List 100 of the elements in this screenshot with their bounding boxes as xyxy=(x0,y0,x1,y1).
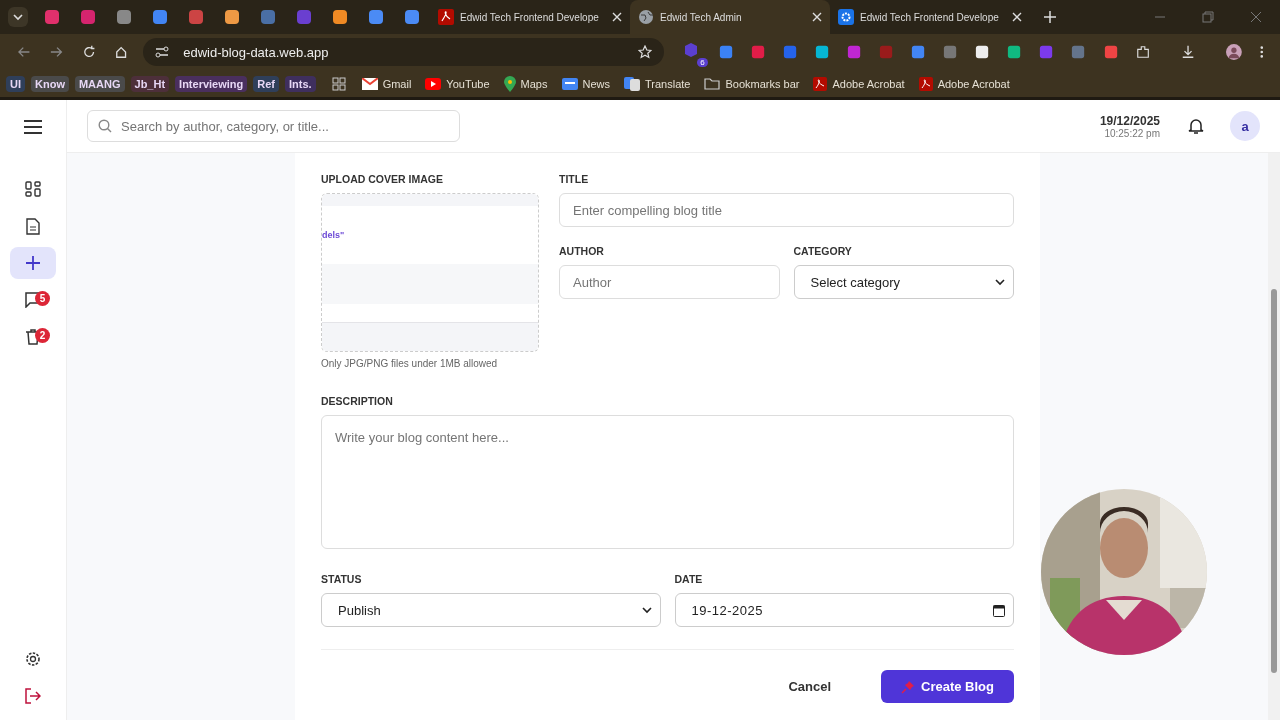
bookmark-folder[interactable]: Ref xyxy=(253,75,279,92)
document-icon xyxy=(26,217,40,235)
bookmark-folder[interactable]: MAANG xyxy=(74,75,125,92)
address-bar[interactable]: edwid-blog-data.web.app xyxy=(143,38,665,66)
create-blog-button[interactable]: Create Blog xyxy=(881,670,1014,703)
chevron-down-icon xyxy=(995,278,1005,286)
tab-title: Edwid Tech Frontend Develope xyxy=(860,11,1000,23)
app-icon xyxy=(260,9,276,25)
bookmark-link[interactable]: Gmail xyxy=(361,77,412,90)
pin-icon xyxy=(901,679,916,694)
browser-tab[interactable]: Edwid Tech Admin xyxy=(630,0,830,34)
app-icon xyxy=(404,9,420,25)
app-icon xyxy=(44,9,60,25)
gear-icon xyxy=(838,9,854,25)
app-icon xyxy=(152,9,168,25)
back-icon[interactable] xyxy=(18,45,31,59)
bookmark-link[interactable]: Translate xyxy=(624,76,691,91)
count-badge: 2 xyxy=(35,328,50,343)
extension-icon[interactable] xyxy=(975,44,990,60)
new-tab-icon[interactable] xyxy=(1044,11,1056,23)
mail-icon xyxy=(361,77,378,90)
extension-icon[interactable] xyxy=(1007,44,1022,60)
cancel-button[interactable]: Cancel xyxy=(768,671,852,702)
field-label: STATUS xyxy=(321,573,363,585)
menu-icon[interactable] xyxy=(1259,45,1264,59)
image-upload-area[interactable]: dels" xyxy=(321,193,539,352)
bookmark-folder[interactable]: Ints. xyxy=(285,75,316,92)
status-dropdown[interactable]: Publish xyxy=(321,593,661,627)
apps-grid-icon[interactable] xyxy=(331,76,346,91)
nav-item[interactable]: 5 xyxy=(10,284,56,316)
user-avatar[interactable]: a xyxy=(1230,111,1260,141)
bookmark-link[interactable]: News xyxy=(561,77,610,90)
download-icon[interactable] xyxy=(1180,44,1195,60)
restore-icon[interactable] xyxy=(1202,11,1214,23)
nav-item[interactable]: 2 xyxy=(10,321,56,353)
trash-icon xyxy=(26,329,40,345)
bookmark-link[interactable]: Bookmarks bar xyxy=(704,77,800,90)
app-icon xyxy=(80,9,96,25)
pdf-icon xyxy=(813,76,828,91)
reload-icon[interactable] xyxy=(82,45,95,59)
menu-icon[interactable] xyxy=(24,119,42,134)
author-field[interactable]: Author xyxy=(559,265,780,299)
field-label: AUTHOR xyxy=(559,245,605,257)
preview-text: dels" xyxy=(322,230,345,240)
bookmark-folder[interactable]: Interviewing xyxy=(175,75,248,92)
bookmark-link[interactable]: YouTube xyxy=(425,77,490,90)
tab-title: Edwid Tech Admin xyxy=(660,11,743,23)
field-label: DESCRIPTION xyxy=(321,395,394,407)
plus-icon xyxy=(26,256,40,270)
url-text: edwid-blog-data.web.app xyxy=(183,44,329,60)
dashboard-icon xyxy=(25,181,41,197)
folder-icon xyxy=(704,77,721,90)
tab-search-button[interactable] xyxy=(8,7,28,27)
bookmark-folder[interactable]: Jb_Ht xyxy=(130,75,170,92)
settings-icon xyxy=(25,651,41,667)
current-time: 10:25:22 pm xyxy=(1104,127,1160,139)
category-dropdown[interactable]: Select category xyxy=(793,265,1014,299)
app-icon xyxy=(368,9,384,25)
bookmark-folder[interactable]: UI xyxy=(6,75,25,92)
app-icon xyxy=(332,9,348,25)
bookmark-link[interactable]: Adobe Acrobat xyxy=(813,76,905,91)
chevron-down-icon xyxy=(12,11,24,23)
profile-avatar[interactable] xyxy=(1225,43,1242,61)
bookmark-folder[interactable]: Know xyxy=(31,75,69,92)
field-label: DATE xyxy=(674,573,704,585)
current-date: 19/12/2025 xyxy=(1099,113,1160,128)
star-icon[interactable] xyxy=(638,45,653,59)
browser-tab[interactable]: Edwid Tech Frontend Develope xyxy=(830,0,1030,34)
chevron-down-icon xyxy=(641,606,652,614)
date-field[interactable]: 19-12-2025 xyxy=(674,593,1014,627)
pdf-icon xyxy=(918,76,933,91)
nav-item[interactable] xyxy=(10,247,56,279)
field-label: UPLOAD COVER IMAGE xyxy=(321,173,444,185)
extension-badge: 6 xyxy=(697,58,708,67)
play-icon xyxy=(425,77,442,90)
upload-hint: Only JPG/PNG files under 1MB allowed xyxy=(321,358,499,369)
globe-icon xyxy=(638,9,654,25)
title-field[interactable]: Enter compelling blog title xyxy=(559,193,1014,227)
forward-icon[interactable] xyxy=(50,45,63,59)
count-badge: 5 xyxy=(35,291,50,306)
browser-tab[interactable]: Edwid Tech Frontend Develope xyxy=(430,0,630,34)
site-settings-icon xyxy=(155,46,170,58)
home-icon[interactable] xyxy=(114,45,128,59)
bookmark-link[interactable]: Adobe Acrobat xyxy=(918,76,1010,91)
bookmark-link[interactable]: Maps xyxy=(503,75,548,92)
notification-icon[interactable] xyxy=(1188,117,1204,135)
search-icon xyxy=(98,119,112,133)
description-field[interactable]: Write your blog content here... xyxy=(321,415,1014,549)
search-field[interactable]: Search by author, category, or title... xyxy=(87,110,460,142)
field-label: TITLE xyxy=(559,173,590,185)
map-pin-icon xyxy=(503,75,516,92)
extension-icon[interactable] xyxy=(815,44,830,60)
translate-icon xyxy=(624,76,640,91)
app-icon xyxy=(296,9,312,25)
app-icon xyxy=(224,9,240,25)
puzzle-icon[interactable] xyxy=(1135,44,1150,60)
scrollbar[interactable] xyxy=(1268,153,1280,720)
logout-icon xyxy=(25,688,41,704)
news-icon xyxy=(561,77,578,90)
pdf-icon xyxy=(438,9,454,25)
